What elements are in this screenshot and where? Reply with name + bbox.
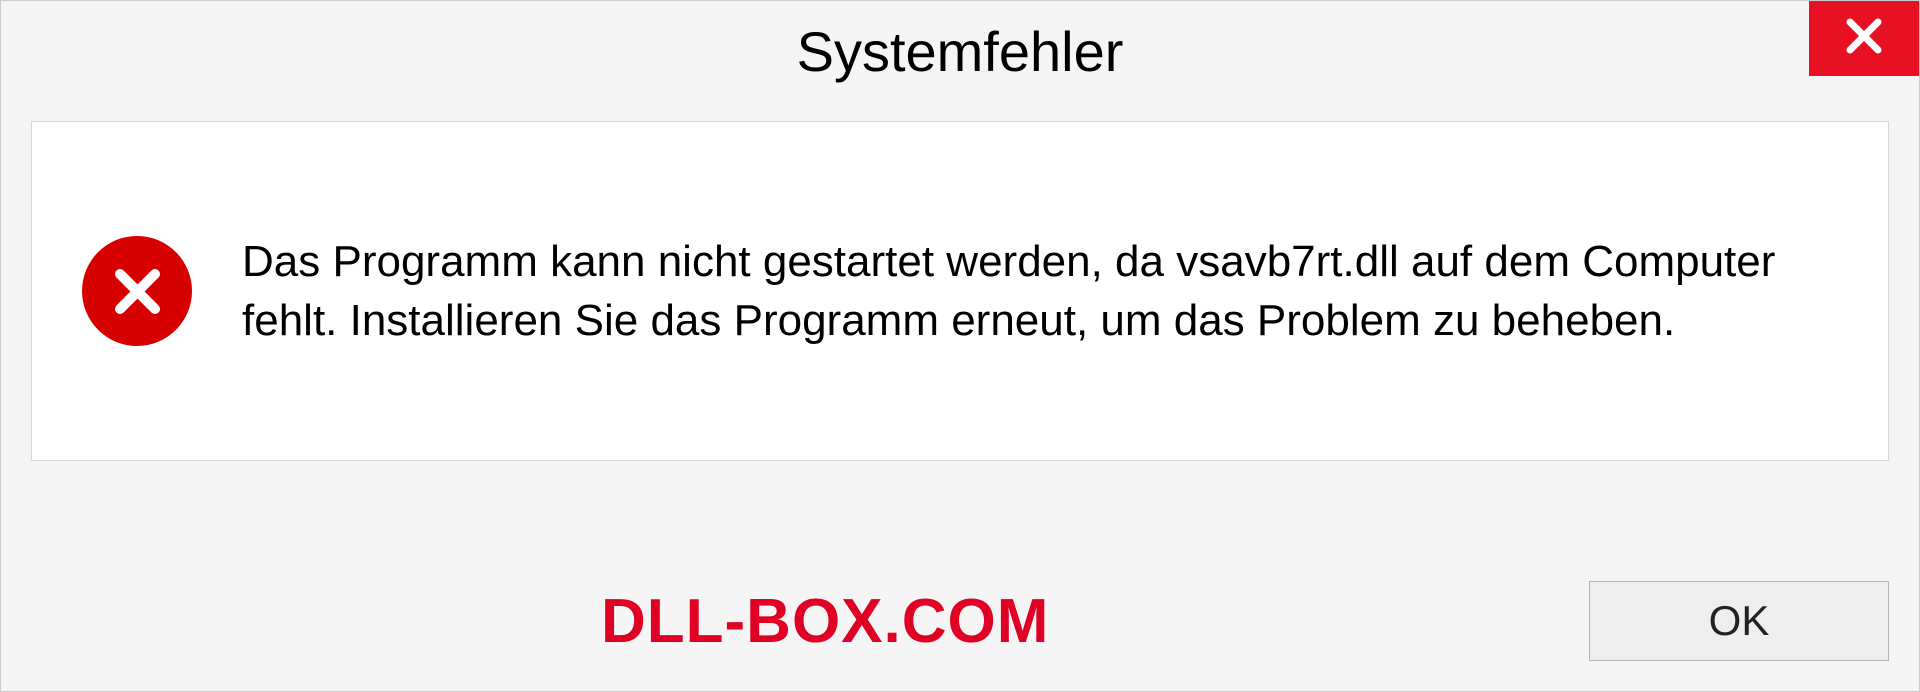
footer: DLL-BOX.COM OK [31,581,1889,661]
error-dialog: Systemfehler Das Programm kann nicht ges… [0,0,1920,692]
content-panel: Das Programm kann nicht gestartet werden… [31,121,1889,461]
error-icon [82,236,192,346]
close-icon [1844,16,1884,61]
dialog-title: Systemfehler [797,19,1124,84]
close-button[interactable] [1809,1,1919,76]
watermark-text: DLL-BOX.COM [601,586,1049,657]
titlebar: Systemfehler [1,1,1919,101]
error-message: Das Programm kann nicht gestartet werden… [242,232,1838,351]
ok-button[interactable]: OK [1589,581,1889,661]
